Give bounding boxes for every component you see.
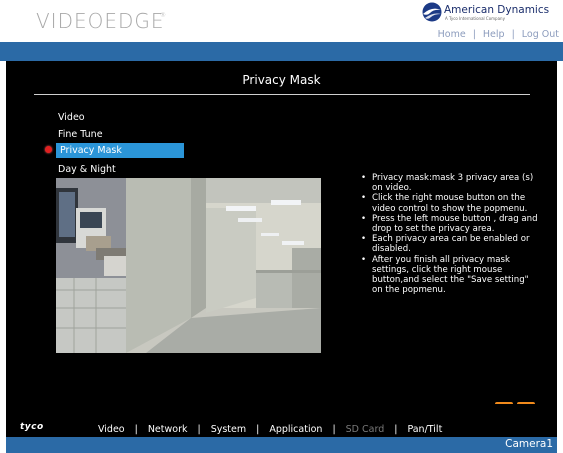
american-dynamics-brand: American Dynamics A Tyco International C… xyxy=(422,2,558,22)
logout-link[interactable]: Log Out xyxy=(522,29,559,40)
menu-item-day-night[interactable]: Day & Night xyxy=(58,164,116,175)
product-logo: VIDEOEDGE ® xyxy=(36,9,166,38)
camera-bar: Camera1 xyxy=(6,437,557,453)
header: VIDEOEDGE ® American Dynamics A Tyco Int… xyxy=(0,0,563,42)
selected-indicator-icon xyxy=(45,146,52,153)
globe-icon xyxy=(422,2,442,22)
office-video-frame xyxy=(56,178,321,353)
link-separator: | xyxy=(511,29,515,40)
nav-network[interactable]: Network xyxy=(148,424,188,435)
page-title: Privacy Mask xyxy=(242,73,321,87)
instruction-item: Each privacy area can be enabled or disa… xyxy=(361,234,541,254)
video-view[interactable] xyxy=(56,178,321,353)
top-links: Home | Help | Log Out xyxy=(438,29,559,40)
menu-item-privacy-mask[interactable]: Privacy Mask xyxy=(56,143,184,158)
brand-tagline: A Tyco International Company xyxy=(445,16,505,21)
nav-separator: | xyxy=(256,424,260,435)
svg-text:VIDEOEDGE: VIDEOEDGE xyxy=(36,9,165,33)
nav-sd-card: SD Card xyxy=(345,424,385,435)
instruction-item: After you finish all privacy mask settin… xyxy=(361,255,541,296)
link-separator: | xyxy=(472,29,476,40)
title-divider xyxy=(34,94,530,95)
tyco-logo: tyco xyxy=(20,422,44,432)
menu-item-video[interactable]: Video xyxy=(58,112,85,123)
nav-system[interactable]: System xyxy=(211,424,246,435)
nav-application[interactable]: Application xyxy=(269,424,322,435)
instructions-list: Privacy mask:mask 3 privacy area (s) on … xyxy=(361,173,541,295)
bottom-nav: Video | Network | System | Application | SD Card… xyxy=(98,424,442,435)
footer: tyco Video | Network | System | Application | SD… xyxy=(6,404,557,453)
nav-separator: | xyxy=(332,424,336,435)
instruction-item: Click the right mouse button on the vide… xyxy=(361,193,541,213)
help-link[interactable]: Help xyxy=(483,29,505,40)
menu-item-fine-tune[interactable]: Fine Tune xyxy=(58,129,103,140)
nav-separator: | xyxy=(197,424,201,435)
camera-label: Camera1 xyxy=(505,438,553,450)
top-blue-bar xyxy=(0,42,563,61)
instruction-item: Privacy mask:mask 3 privacy area (s) on … xyxy=(361,173,541,193)
svg-text:®: ® xyxy=(160,12,166,19)
instruction-item: Press the left mouse button , drag and d… xyxy=(361,214,541,234)
nav-video[interactable]: Video xyxy=(98,424,125,435)
videoedge-logo-icon: VIDEOEDGE ® xyxy=(36,9,166,33)
brand-name: American Dynamics xyxy=(444,4,550,16)
main-panel: Privacy Mask Video Fine Tune Privacy Mas… xyxy=(6,61,557,420)
nav-separator: | xyxy=(394,424,398,435)
home-link[interactable]: Home xyxy=(438,29,466,40)
nav-separator: | xyxy=(134,424,138,435)
nav-pan-tilt[interactable]: Pan/Tilt xyxy=(407,424,442,435)
